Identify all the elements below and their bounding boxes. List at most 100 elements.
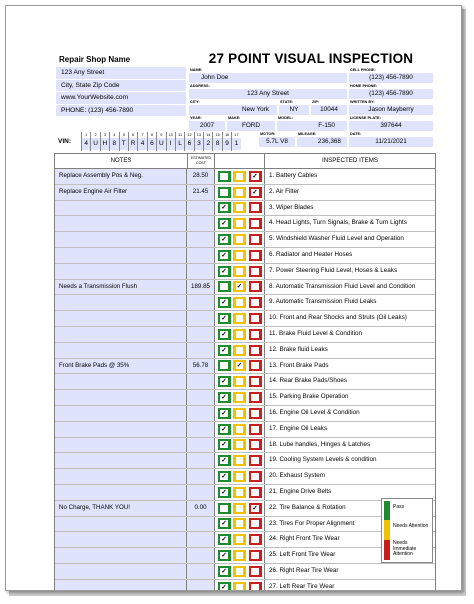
attention-checkbox[interactable]: ✓ xyxy=(233,360,246,372)
cost-field[interactable] xyxy=(187,390,215,405)
vin-character[interactable]: 6 xyxy=(147,138,157,150)
vin-cell[interactable]: 5T xyxy=(118,132,128,151)
cost-field[interactable]: 0.00 xyxy=(187,500,215,516)
pass-checkbox[interactable]: ✓ xyxy=(217,344,231,356)
note-field[interactable] xyxy=(55,311,187,326)
cost-field[interactable]: 56.78 xyxy=(187,358,215,374)
vin-character[interactable]: 1 xyxy=(232,138,241,150)
vin-cell[interactable]: 9U xyxy=(156,132,166,151)
pass-checkbox[interactable]: ✓ xyxy=(217,534,231,546)
note-field[interactable] xyxy=(55,232,187,247)
note-field[interactable] xyxy=(55,516,187,532)
vin-character[interactable]: R xyxy=(128,138,138,150)
license-value[interactable]: 397644 xyxy=(349,120,433,131)
attention-checkbox[interactable] xyxy=(233,455,246,467)
attention-checkbox[interactable] xyxy=(233,344,246,356)
mileage-field[interactable]: MILEAGE: 236,368 xyxy=(297,132,347,147)
cost-field[interactable] xyxy=(187,295,215,311)
city-field[interactable]: CITY: New York xyxy=(189,100,277,115)
note-field[interactable] xyxy=(55,342,187,358)
vin-cell[interactable]: 17 1 xyxy=(231,132,241,151)
note-field[interactable] xyxy=(55,326,187,342)
vin-character[interactable]: L xyxy=(175,138,185,150)
vin-character[interactable]: U xyxy=(91,138,100,150)
year-value[interactable]: 2007 xyxy=(189,120,225,131)
immediate-checkbox[interactable] xyxy=(248,344,262,356)
cost-field[interactable] xyxy=(187,579,215,590)
immediate-checkbox[interactable] xyxy=(248,328,262,340)
date-value[interactable]: 11/21/2021 xyxy=(349,136,433,147)
written-by-field[interactable]: WRITTEN BY: Jason Mayberry xyxy=(349,100,433,115)
pass-checkbox[interactable]: ✓ xyxy=(217,202,231,214)
attention-checkbox[interactable] xyxy=(233,297,246,309)
cost-field[interactable] xyxy=(187,200,215,216)
cost-field[interactable] xyxy=(187,548,215,563)
motor-value[interactable]: 5.7L V8 xyxy=(259,136,295,147)
attention-checkbox[interactable] xyxy=(233,423,246,435)
vin-character[interactable]: 6 xyxy=(185,138,194,150)
address-value[interactable]: 123 Any Street xyxy=(189,88,347,99)
shop-city[interactable]: City, State Zip Code xyxy=(56,79,186,91)
home-phone-value[interactable]: (123) 456-7890 xyxy=(349,88,433,99)
note-field[interactable]: Needs a Transmission Flush xyxy=(55,279,187,295)
pass-checkbox[interactable]: ✓ xyxy=(217,439,231,451)
pass-checkbox[interactable]: ✓ xyxy=(217,328,231,340)
motor-field[interactable]: MOTOR: 5.7L V8 xyxy=(259,132,295,147)
vin-cell[interactable]: 12 6 xyxy=(184,132,194,151)
pass-checkbox[interactable]: ✓ xyxy=(217,423,231,435)
attention-checkbox[interactable] xyxy=(233,234,246,246)
vin-cell[interactable]: 6R xyxy=(127,132,138,151)
immediate-checkbox[interactable] xyxy=(248,297,262,309)
shop-phone[interactable]: PHONE: (123) 456-7890 xyxy=(56,104,186,116)
pass-checkbox[interactable]: ✓ xyxy=(217,392,231,404)
immediate-checkbox[interactable]: ✓ xyxy=(248,170,262,182)
immediate-checkbox[interactable] xyxy=(248,423,262,435)
cost-field[interactable] xyxy=(187,216,215,232)
cost-field[interactable]: 21.45 xyxy=(187,184,215,200)
note-field[interactable] xyxy=(55,247,187,263)
note-field[interactable] xyxy=(55,469,187,484)
pass-checkbox[interactable] xyxy=(217,170,231,182)
note-field[interactable] xyxy=(55,200,187,216)
attention-checkbox[interactable] xyxy=(233,502,246,514)
note-field[interactable] xyxy=(55,437,187,453)
cost-field[interactable] xyxy=(187,437,215,453)
pass-checkbox[interactable] xyxy=(217,186,231,198)
immediate-checkbox[interactable] xyxy=(248,392,262,404)
note-field[interactable] xyxy=(55,579,187,590)
pass-checkbox[interactable]: ✓ xyxy=(217,218,231,230)
pass-checkbox[interactable]: ✓ xyxy=(217,249,231,261)
pass-checkbox[interactable]: ✓ xyxy=(217,581,231,590)
cell-phone-field[interactable]: CELL PHONE: (123) 456-7890 xyxy=(349,68,433,83)
pass-checkbox[interactable]: ✓ xyxy=(217,376,231,388)
note-field[interactable] xyxy=(55,532,187,548)
attention-checkbox[interactable] xyxy=(233,550,246,562)
address-field[interactable]: ADDRESS: 123 Any Street xyxy=(189,84,347,99)
pass-checkbox[interactable]: ✓ xyxy=(217,565,231,577)
attention-checkbox[interactable] xyxy=(233,265,246,277)
vin-cell[interactable]: 10 I xyxy=(165,132,175,151)
note-field[interactable]: Replace Engine Air Filter xyxy=(55,184,187,200)
name-value[interactable]: John Doe xyxy=(189,72,347,83)
cost-field[interactable] xyxy=(187,311,215,326)
pass-checkbox[interactable]: ✓ xyxy=(217,518,231,530)
immediate-checkbox[interactable] xyxy=(248,534,262,546)
vin-cell[interactable]: 74 xyxy=(137,132,147,151)
shop-website[interactable]: www.YourWebsite.com xyxy=(56,92,186,104)
note-field[interactable] xyxy=(55,405,187,421)
pass-checkbox[interactable]: ✓ xyxy=(217,313,231,325)
immediate-checkbox[interactable] xyxy=(248,471,262,483)
attention-checkbox[interactable] xyxy=(233,328,246,340)
make-field[interactable]: MAKE: FORD xyxy=(227,116,275,131)
note-field[interactable] xyxy=(55,563,187,579)
immediate-checkbox[interactable] xyxy=(248,234,262,246)
immediate-checkbox[interactable] xyxy=(248,376,262,388)
attention-checkbox[interactable] xyxy=(233,407,246,419)
cost-field[interactable] xyxy=(187,563,215,579)
note-field[interactable] xyxy=(55,295,187,311)
pass-checkbox[interactable] xyxy=(217,502,231,514)
vin-cell[interactable]: 86 xyxy=(146,132,157,151)
attention-checkbox[interactable] xyxy=(233,534,246,546)
state-value[interactable]: NY xyxy=(279,104,309,115)
pass-checkbox[interactable]: ✓ xyxy=(217,407,231,419)
